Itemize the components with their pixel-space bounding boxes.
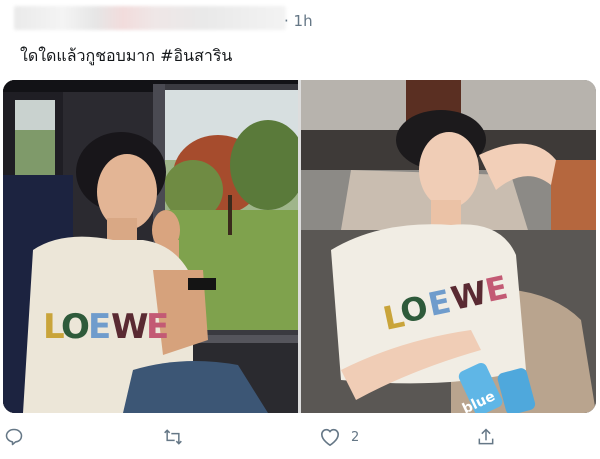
svg-text:E: E xyxy=(88,307,111,347)
tweet-actions: 2 xyxy=(0,420,600,454)
like-icon xyxy=(319,427,341,447)
svg-text:W: W xyxy=(111,307,149,347)
tweet-media: L O E W E L O E W E blue xyxy=(3,80,596,413)
retweet-button[interactable] xyxy=(162,420,184,454)
photo-sleeping[interactable]: L O E W E blue xyxy=(301,80,596,413)
blurred-author-name xyxy=(14,6,286,30)
svg-text:O: O xyxy=(61,307,90,347)
tweet-header: · 1h xyxy=(0,0,600,34)
reply-button[interactable] xyxy=(4,420,24,454)
reply-icon xyxy=(4,427,24,447)
retweet-icon xyxy=(162,427,184,447)
tweet-text: ใดใดแล้วกูชอบมาก #อินสาริน xyxy=(20,46,233,65)
timestamp[interactable]: · 1h xyxy=(284,12,313,30)
share-button[interactable] xyxy=(476,420,496,454)
photo-train[interactable]: L O E W E xyxy=(3,80,298,413)
like-button[interactable]: 2 xyxy=(319,420,359,454)
share-icon xyxy=(476,427,496,447)
svg-text:E: E xyxy=(146,307,169,347)
tweet: · 1h ใดใดแล้วกูชอบมาก #อินสาริน L O E W … xyxy=(0,0,600,459)
like-count: 2 xyxy=(351,429,360,445)
